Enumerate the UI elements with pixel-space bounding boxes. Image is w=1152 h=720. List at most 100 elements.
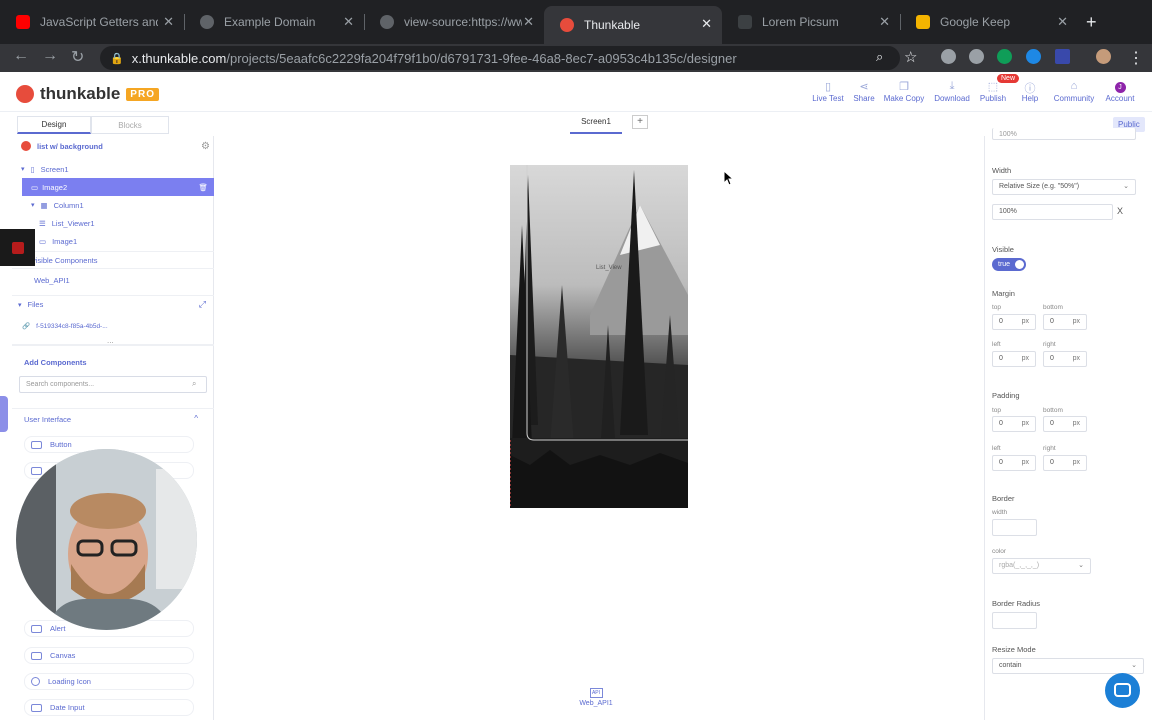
add-screen-button[interactable]: +: [632, 115, 648, 129]
component-date-input[interactable]: Date Input: [24, 699, 194, 716]
account-button[interactable]: J Account: [1095, 80, 1145, 103]
thunkable-logo-icon: [16, 85, 34, 103]
margin-right-input[interactable]: 0 px: [1043, 351, 1087, 367]
grammarly-icon[interactable]: [997, 49, 1012, 64]
panel-divider: [12, 344, 214, 346]
trash-icon[interactable]: 🗑: [198, 183, 208, 192]
extension-icon[interactable]: [1026, 49, 1041, 64]
margin-top-input[interactable]: 0 px: [992, 314, 1036, 330]
tree-item-web-api1[interactable]: Web_API1: [12, 271, 214, 289]
profile-avatar[interactable]: [1096, 49, 1111, 64]
browser-tab-3[interactable]: view-source:https://ww ✕: [364, 8, 544, 36]
reload-icon[interactable]: ↻: [71, 47, 84, 67]
expand-icon[interactable]: ⤢: [199, 299, 206, 310]
border-color-picker[interactable]: rgba(_,_,_,_) ⌄: [992, 558, 1091, 574]
files-header[interactable]: ▾ Files ⤢: [12, 295, 214, 313]
menu-icon[interactable]: ⋮: [1128, 48, 1144, 68]
app-header: thunkable PRO ▯ Live Test ⋖ Share ❐ Make Co…: [0, 72, 1152, 112]
tree-item-list-viewer1[interactable]: ☰ List_Viewer1: [12, 214, 214, 232]
tab-title: Example Domain: [224, 15, 316, 29]
paperclip-icon: 🔗: [22, 323, 31, 330]
phone-preview[interactable]: List_View: [510, 165, 688, 508]
recording-indicator[interactable]: [0, 229, 35, 266]
back-icon[interactable]: ←: [13, 47, 29, 65]
tab-design[interactable]: Design: [17, 116, 91, 134]
border-radius-input[interactable]: [992, 612, 1037, 629]
chat-support-button[interactable]: [1105, 673, 1140, 708]
tree-item-image1[interactable]: ▭ Image1: [12, 232, 214, 250]
address-bar[interactable]: 🔒 x.thunkable.com/projects/5eaafc6c2229f…: [100, 46, 900, 70]
chevron-up-icon: ^: [194, 414, 198, 423]
help-button[interactable]: ⓘ Help: [1005, 80, 1055, 103]
extension-icon[interactable]: [941, 49, 956, 64]
browser-tab-strip: JavaScript Getters and ✕ Example Domain …: [0, 0, 1152, 44]
tree-item-screen1[interactable]: ▾ ▯ Screen1: [12, 160, 214, 178]
list-viewer-label: List_View: [596, 265, 622, 271]
padding-left-input[interactable]: 0 px: [992, 455, 1036, 471]
calendar-icon: [31, 703, 42, 712]
search-icon[interactable]: ⌕: [192, 379, 196, 389]
settings-gear-icon[interactable]: ⚙: [201, 141, 210, 152]
padding-label: Padding: [992, 391, 1020, 400]
extension-icon[interactable]: [969, 49, 984, 64]
border-radius-label: Border Radius: [992, 599, 1040, 608]
close-tab-icon[interactable]: ✕: [343, 14, 354, 30]
extension-icon[interactable]: [1055, 49, 1070, 64]
resize-mode-select[interactable]: contain ⌄: [992, 658, 1144, 674]
padding-bottom-input[interactable]: 0 px: [1043, 416, 1087, 432]
component-loading-icon[interactable]: Loading Icon: [24, 673, 194, 690]
side-drawer-handle[interactable]: [0, 396, 8, 432]
previous-property-input[interactable]: 100%: [992, 128, 1136, 140]
tree-item-column1[interactable]: ▾ ▦ Column1: [12, 196, 214, 214]
component-search-input[interactable]: Search components...: [19, 376, 207, 393]
search-icon[interactable]: ⌕: [876, 49, 883, 65]
tab-title: view-source:https://ww: [404, 15, 522, 29]
component-canvas[interactable]: Canvas: [24, 647, 194, 664]
padding-right-input[interactable]: 0 px: [1043, 455, 1087, 471]
visible-label: Visible: [992, 245, 1014, 254]
new-tab-icon[interactable]: +: [1086, 12, 1097, 33]
browser-tab-6[interactable]: Google Keep ✕: [900, 8, 1078, 36]
category-user-interface[interactable]: User Interface ^: [12, 408, 214, 428]
browser-toolbar: ← → ↻ 🔒 x.thunkable.com/projects/5eaafc6…: [0, 44, 1152, 72]
url-host: x.thunkable.com: [131, 50, 227, 66]
brand-name: thunkable: [40, 84, 121, 103]
thunkable-logo[interactable]: thunkable PRO: [16, 84, 159, 104]
clear-width-icon[interactable]: X: [1117, 206, 1123, 216]
border-width-input[interactable]: [992, 519, 1037, 536]
web-api-component[interactable]: API Web_API1: [577, 688, 615, 707]
tab-blocks[interactable]: Blocks: [91, 116, 169, 134]
browser-tab-1[interactable]: JavaScript Getters and ✕: [0, 8, 184, 36]
tree-item-image2[interactable]: ▭ Image2 🗑: [22, 178, 214, 196]
padding-top-input[interactable]: 0 px: [992, 416, 1036, 432]
make-copy-button[interactable]: ❐ Make Copy: [879, 80, 929, 103]
tab-screen1[interactable]: Screen1: [570, 116, 622, 134]
margin-bottom-input[interactable]: 0 px: [1043, 314, 1087, 330]
close-tab-icon[interactable]: ✕: [163, 14, 174, 30]
api-icon: API: [589, 688, 603, 698]
close-tab-icon[interactable]: ✕: [701, 16, 712, 32]
loading-icon: [31, 677, 40, 686]
visible-toggle[interactable]: true: [992, 258, 1026, 271]
forward-icon[interactable]: →: [42, 47, 58, 65]
column-icon: ▦: [40, 200, 48, 210]
file-item[interactable]: 🔗 f-519334c8-f85a-4b5d-...: [12, 317, 214, 335]
width-value-input[interactable]: 100%: [992, 204, 1113, 220]
browser-tab-active[interactable]: Thunkable ✕: [544, 6, 722, 44]
tab-title: Thunkable: [584, 18, 641, 32]
close-tab-icon[interactable]: ✕: [1057, 14, 1068, 30]
bookmark-star-icon[interactable]: ☆: [904, 48, 917, 66]
browser-tab-5[interactable]: Lorem Picsum ✕: [722, 8, 900, 36]
chevron-down-icon: ⌄: [1078, 562, 1084, 569]
close-tab-icon[interactable]: ✕: [523, 14, 534, 30]
width-mode-select[interactable]: Relative Size (e.g. "50%") ⌄: [992, 179, 1136, 195]
invisible-components-header[interactable]: visible Components: [12, 251, 214, 269]
globe-icon: [380, 15, 394, 29]
mouse-cursor-icon: [723, 170, 735, 186]
tab-title: Google Keep: [940, 15, 1011, 29]
alert-icon: [31, 624, 42, 633]
close-tab-icon[interactable]: ✕: [879, 14, 890, 30]
browser-tab-2[interactable]: Example Domain ✕: [184, 8, 364, 36]
margin-left-input[interactable]: 0 px: [992, 351, 1036, 367]
community-button[interactable]: ⌂ Community: [1049, 80, 1099, 103]
